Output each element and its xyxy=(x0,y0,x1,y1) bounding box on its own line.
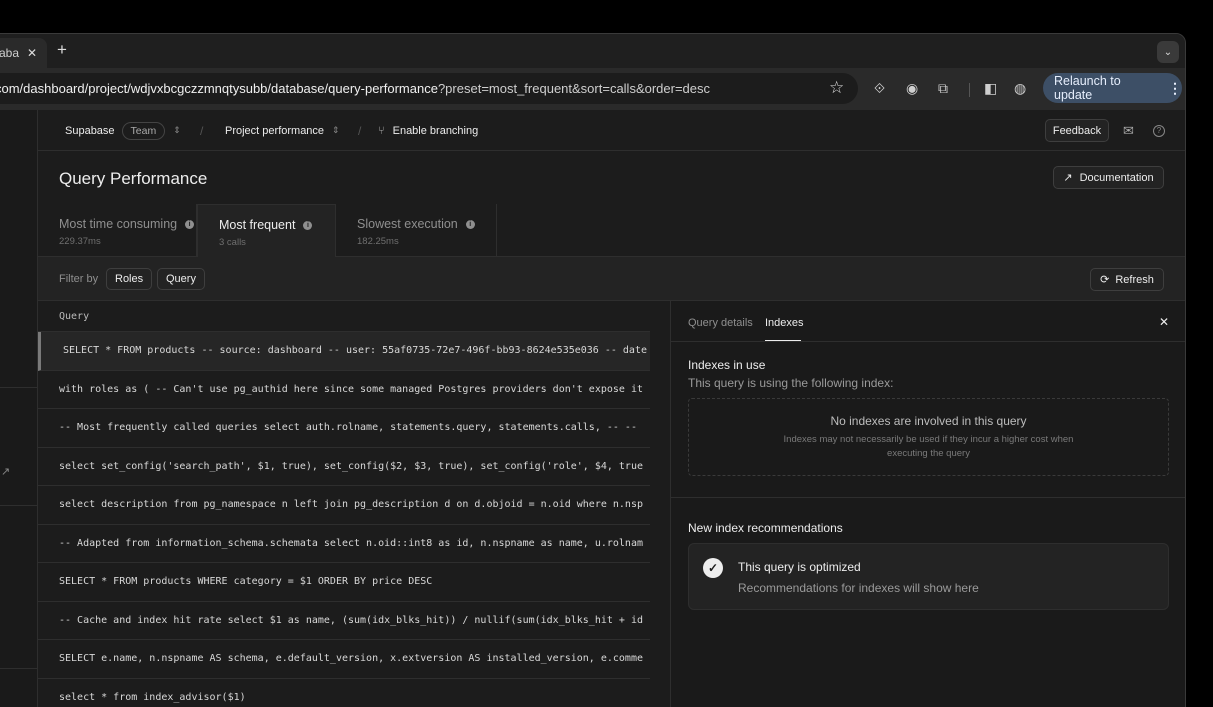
empty-state-description: Indexes may not necessarily be used if t… xyxy=(783,434,1074,459)
info-icon[interactable]: i xyxy=(185,219,195,229)
close-icon[interactable]: ✕ xyxy=(1159,315,1169,329)
supabase-app: ↗ Supabase Team ⇕ / Project performance … xyxy=(0,110,1185,707)
external-link-icon: ↗ xyxy=(1063,172,1073,184)
query-filter-button[interactable]: Query xyxy=(157,268,205,290)
optimized-card: ✓ This query is optimized Recommendation… xyxy=(688,543,1169,610)
indexes-in-use-subtitle: This query is using the following index: xyxy=(688,376,894,390)
table-row[interactable]: with roles as ( -- Can't use pg_authid h… xyxy=(38,371,650,409)
address-bar[interactable]: com/dashboard/project/wdjvxbcgczzmnqtysu… xyxy=(0,73,858,104)
info-icon[interactable]: i xyxy=(465,219,475,229)
eye-extension-icon[interactable]: ◉ xyxy=(906,80,918,97)
extension-icon[interactable]: ⟐ xyxy=(874,80,885,97)
recommendations-title: New index recommendations xyxy=(688,521,843,535)
table-row[interactable]: select set_config('search_path', $1, tru… xyxy=(38,448,650,486)
table-row[interactable]: select description from pg_namespace n l… xyxy=(38,486,650,525)
table-row[interactable]: SELECT * FROM products -- source: dashbo… xyxy=(38,332,650,371)
refresh-icon: ⟳ xyxy=(1100,274,1110,286)
external-link-icon[interactable]: ↗ xyxy=(1,465,10,478)
top-nav: Supabase Team ⇕ / Project performance ⇕ … xyxy=(38,110,1185,151)
org-switcher[interactable]: Supabase Team ⇕ xyxy=(65,110,181,151)
optimized-description: Recommendations for indexes will show he… xyxy=(738,581,979,595)
documentation-label: Documentation xyxy=(1079,171,1154,184)
empty-state-title: No indexes are involved in this query xyxy=(830,414,1027,428)
browser-tab[interactable]: aba ✕ xyxy=(0,38,47,68)
metric-tabs: Most time consuming i 229.37ms Most frequ… xyxy=(38,204,1185,258)
browser-toolbar: com/dashboard/project/wdjvxbcgczzmnqtysu… xyxy=(0,68,1185,110)
project-switcher[interactable]: Project performance ⇕ xyxy=(225,110,340,151)
tab-most-time-consuming[interactable]: Most time consuming i 229.37ms xyxy=(38,204,197,257)
query-detail-panel: Query details Indexes ✕ Indexes in use T… xyxy=(670,301,1185,707)
tab-value: 229.37ms xyxy=(59,236,101,247)
tab-label: Most frequent xyxy=(219,218,296,232)
tab-indexes[interactable]: Indexes xyxy=(765,317,804,329)
tab-slowest-execution[interactable]: Slowest execution i 182.25ms xyxy=(336,204,497,257)
filter-label: Filter by xyxy=(59,273,99,285)
documentation-button[interactable]: ↗ Documentation xyxy=(1053,166,1164,189)
help-wrap: ? xyxy=(1153,110,1165,151)
main-content: Query Performance ↗ Documentation Most t… xyxy=(38,151,1185,707)
menu-dots-icon[interactable]: ⋮ xyxy=(1168,80,1182,97)
tab-value: 3 calls xyxy=(219,237,246,248)
browser-tab-title: aba xyxy=(0,46,20,60)
git-branch-icon: ⑂ xyxy=(378,124,385,137)
tab-search-chevron-icon[interactable]: ⌄ xyxy=(1157,41,1179,63)
table-row[interactable]: -- Most frequently called queries select… xyxy=(38,409,650,448)
info-icon[interactable]: i xyxy=(303,220,313,230)
no-indexes-empty-state: No indexes are involved in this query In… xyxy=(688,398,1169,476)
bookmark-star-icon[interactable]: ☆ xyxy=(829,78,844,98)
tab-most-frequent[interactable]: Most frequent i 3 calls xyxy=(197,204,336,258)
tab-strip: aba ✕ + ⌄ xyxy=(0,34,1185,68)
rail-divider xyxy=(0,668,37,669)
side-panel-icon[interactable]: ◧ xyxy=(984,80,997,97)
table-row[interactable]: SELECT * FROM products WHERE category = … xyxy=(38,563,650,602)
browser-window: aba ✕ + ⌄ com/dashboard/project/wdjvxbcg… xyxy=(0,33,1186,707)
table-row[interactable]: -- Adapted from information_schema.schem… xyxy=(38,525,650,563)
column-header-query[interactable]: Query xyxy=(38,301,650,332)
project-name: Project performance xyxy=(225,124,325,137)
check-circle-icon: ✓ xyxy=(703,558,723,578)
rail-divider xyxy=(0,387,37,388)
profile-avatar-icon[interactable]: ◍ xyxy=(1014,80,1026,97)
url-host: com/dashboard/project/wdjvxbcgczzmnqtysu… xyxy=(0,81,438,96)
puzzle-icon[interactable]: ⧉ xyxy=(938,80,948,97)
left-nav-rail: ↗ xyxy=(0,110,38,707)
help-icon[interactable]: ? xyxy=(1153,124,1165,137)
panel-divider xyxy=(671,497,1185,498)
relaunch-label: Relaunch to update xyxy=(1054,74,1121,102)
panel-tabs: Query details Indexes ✕ xyxy=(671,301,1185,342)
org-name: Supabase xyxy=(65,124,115,137)
branching-label: Enable branching xyxy=(392,124,479,137)
tab-label: Slowest execution xyxy=(357,217,458,231)
breadcrumb-separator: / xyxy=(358,123,362,138)
new-tab-button[interactable]: + xyxy=(57,40,67,60)
filter-bar: Filter by Roles Query ⟳ Refresh xyxy=(38,257,1185,301)
refresh-label: Refresh xyxy=(1115,273,1154,286)
rail-divider xyxy=(0,505,37,506)
tab-value: 182.25ms xyxy=(357,236,399,247)
plan-badge: Team xyxy=(121,121,166,140)
tab-close-icon[interactable]: ✕ xyxy=(27,46,37,60)
breadcrumb-separator: / xyxy=(200,123,204,138)
roles-filter-button[interactable]: Roles xyxy=(106,268,153,290)
url-query: ?preset=most_frequent&sort=calls&order=d… xyxy=(437,81,711,96)
optimized-title: This query is optimized xyxy=(738,560,861,574)
relaunch-button[interactable]: Relaunch to update ⋮ xyxy=(1043,73,1182,103)
active-tab-indicator xyxy=(765,340,801,341)
query-table: Query SELECT * FROM products -- source: … xyxy=(38,301,650,707)
inbox-icon[interactable]: ✉ xyxy=(1123,110,1134,151)
toolbar-separator xyxy=(969,83,970,97)
feedback-wrap: Feedback xyxy=(1045,110,1109,151)
refresh-button[interactable]: ⟳ Refresh xyxy=(1090,268,1164,291)
enable-branching-button[interactable]: ⑂ Enable branching xyxy=(378,110,478,151)
feedback-button[interactable]: Feedback xyxy=(1045,119,1109,142)
chevron-updown-icon: ⇕ xyxy=(173,125,181,135)
indexes-in-use-title: Indexes in use xyxy=(688,358,766,372)
tab-label: Most time consuming xyxy=(59,217,178,231)
tab-query-details[interactable]: Query details xyxy=(688,317,753,329)
page-title: Query Performance xyxy=(59,169,208,188)
chevron-updown-icon: ⇕ xyxy=(332,125,340,135)
table-row[interactable]: select * from index_advisor($1) xyxy=(38,679,650,707)
table-row[interactable]: SELECT e.name, n.nspname AS schema, e.de… xyxy=(38,640,650,679)
table-row[interactable]: -- Cache and index hit rate select $1 as… xyxy=(38,602,650,640)
